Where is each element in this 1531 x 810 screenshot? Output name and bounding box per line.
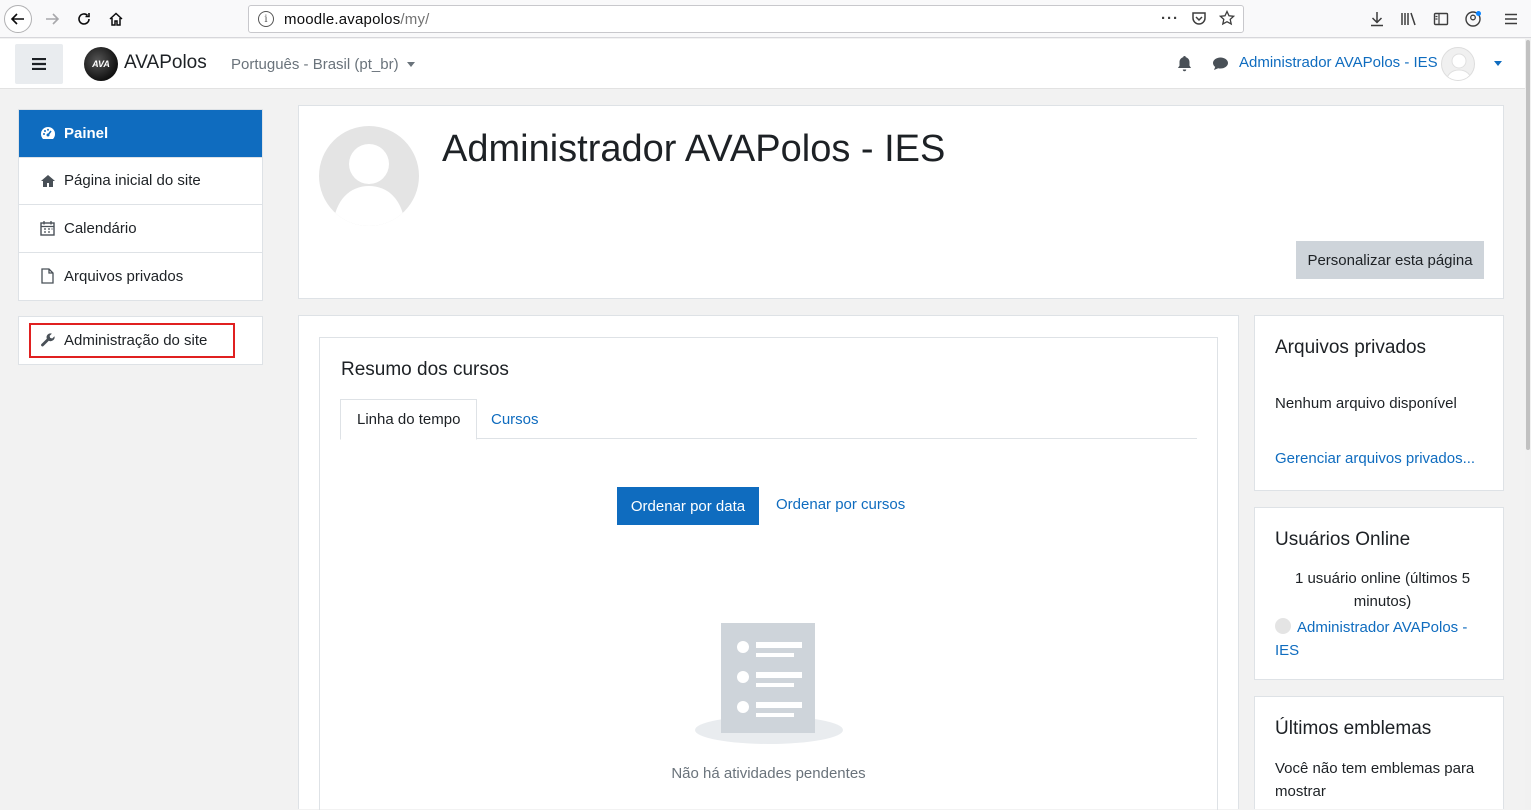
block-text: Você não tem emblemas para mostrar [1275, 760, 1475, 800]
reload-button[interactable] [70, 5, 98, 33]
block-title: Usuários Online [1275, 529, 1411, 550]
drawer-toggle-button[interactable] [15, 44, 63, 84]
language-menu[interactable]: Português - Brasil (pt_br) [231, 56, 415, 73]
user-menu-chevron-icon[interactable] [1494, 61, 1502, 66]
main-region: Resumo dos cursos Linha do tempo Cursos … [298, 315, 1239, 810]
language-label: Português - Brasil (pt_br) [231, 56, 399, 73]
page-title: Administrador AVAPolos - IES [442, 128, 946, 170]
url-text: moodle.avapolos/my/ [284, 10, 430, 28]
sort-by-date-button[interactable]: Ordenar por data [617, 487, 759, 525]
course-overview-title: Resumo dos cursos [341, 359, 509, 380]
tab-timeline[interactable]: Linha do tempo [340, 399, 478, 440]
nav-drawer: Painel Página inicial do site Calendário… [0, 90, 284, 809]
page-header: Administrador AVAPolos - IES Personaliza… [298, 105, 1504, 299]
sidebar-toggle-icon[interactable] [1430, 8, 1452, 30]
nav-item-label: Página inicial do site [64, 172, 201, 190]
notifications-bell-icon[interactable] [1177, 55, 1192, 76]
page-scrollbar-thumb[interactable] [1526, 40, 1530, 450]
block-title: Últimos emblemas [1275, 718, 1432, 739]
home-icon [39, 172, 56, 189]
nav-item-label: Calendário [64, 219, 137, 237]
summary-line: minutos) [1353, 593, 1412, 610]
site-navbar: AVA AVAPolos Português - Brasil (pt_br) … [0, 39, 1531, 89]
summary-line: 1 usuário online (últimos 5 [1294, 570, 1471, 587]
nav-item-dashboard[interactable]: Painel [19, 110, 262, 158]
online-users-block: Usuários Online 1 usuário online (último… [1254, 507, 1504, 680]
account-icon[interactable] [1462, 8, 1484, 30]
manage-private-files-link[interactable]: Gerenciar arquivos privados... [1275, 450, 1475, 467]
highlight-box [29, 323, 235, 358]
online-user-link[interactable]: Administrador AVAPolos - IES [1275, 616, 1490, 662]
site-name[interactable]: AVAPolos [124, 52, 207, 74]
sort-by-courses-link[interactable]: Ordenar por cursos [776, 496, 905, 513]
bookmark-star-icon[interactable] [1218, 9, 1236, 30]
site-logo[interactable]: AVA [84, 47, 118, 81]
avatar [1275, 618, 1291, 634]
customize-page-button[interactable]: Personalizar esta página [1296, 241, 1484, 279]
calendar-icon [39, 220, 56, 237]
nav-item-private-files[interactable]: Arquivos privados [19, 253, 262, 301]
nav-item-calendar[interactable]: Calendário [19, 205, 262, 253]
nav-item-label: Painel [64, 124, 109, 142]
file-icon [39, 268, 56, 285]
latest-badges-block: Últimos emblemas Você não tem emblemas p… [1254, 696, 1504, 809]
nav-item-label: Arquivos privados [64, 267, 184, 285]
hamburger-icon [32, 58, 46, 70]
browser-toolbar: i moodle.avapolos/my/ ··· [0, 0, 1531, 38]
block-title: Arquivos privados [1275, 337, 1427, 358]
back-button[interactable] [4, 5, 32, 33]
pocket-icon[interactable] [1191, 10, 1207, 30]
block-text: Nenhum arquivo disponível [1275, 395, 1457, 412]
library-icon[interactable] [1398, 8, 1420, 30]
forward-button[interactable] [38, 5, 66, 33]
url-bar[interactable]: i moodle.avapolos/my/ ··· [248, 5, 1244, 33]
dashboard-icon [39, 125, 56, 142]
course-overview-tabs: Linha do tempo Cursos [340, 399, 1197, 440]
user-avatar[interactable] [1441, 47, 1475, 81]
private-files-block: Arquivos privados Nenhum arquivo disponí… [1254, 315, 1504, 491]
course-overview-block: Resumo dos cursos Linha do tempo Cursos … [319, 337, 1218, 810]
empty-activities-icon [695, 623, 843, 744]
user-menu-name[interactable]: Administrador AVAPolos - IES [1239, 54, 1438, 71]
download-icon[interactable] [1366, 8, 1388, 30]
online-users-summary: 1 usuário online (últimos 5 minutos) [1275, 567, 1490, 613]
admin-nav: Administração do site [18, 316, 263, 365]
more-dots-icon[interactable]: ··· [1161, 10, 1179, 30]
empty-message: Não há atividades pendentes [671, 765, 866, 782]
primary-nav: Painel Página inicial do site Calendário… [18, 109, 263, 301]
messages-chat-icon[interactable] [1212, 56, 1229, 75]
tab-courses[interactable]: Cursos [475, 399, 555, 439]
home-button[interactable] [102, 5, 130, 33]
browser-menu-icon[interactable] [1500, 8, 1522, 30]
online-user-name: Administrador AVAPolos - IES [1275, 619, 1468, 659]
profile-avatar [319, 126, 419, 226]
info-icon[interactable]: i [258, 11, 274, 27]
chevron-down-icon [406, 62, 415, 67]
nav-item-site-home[interactable]: Página inicial do site [19, 158, 262, 205]
